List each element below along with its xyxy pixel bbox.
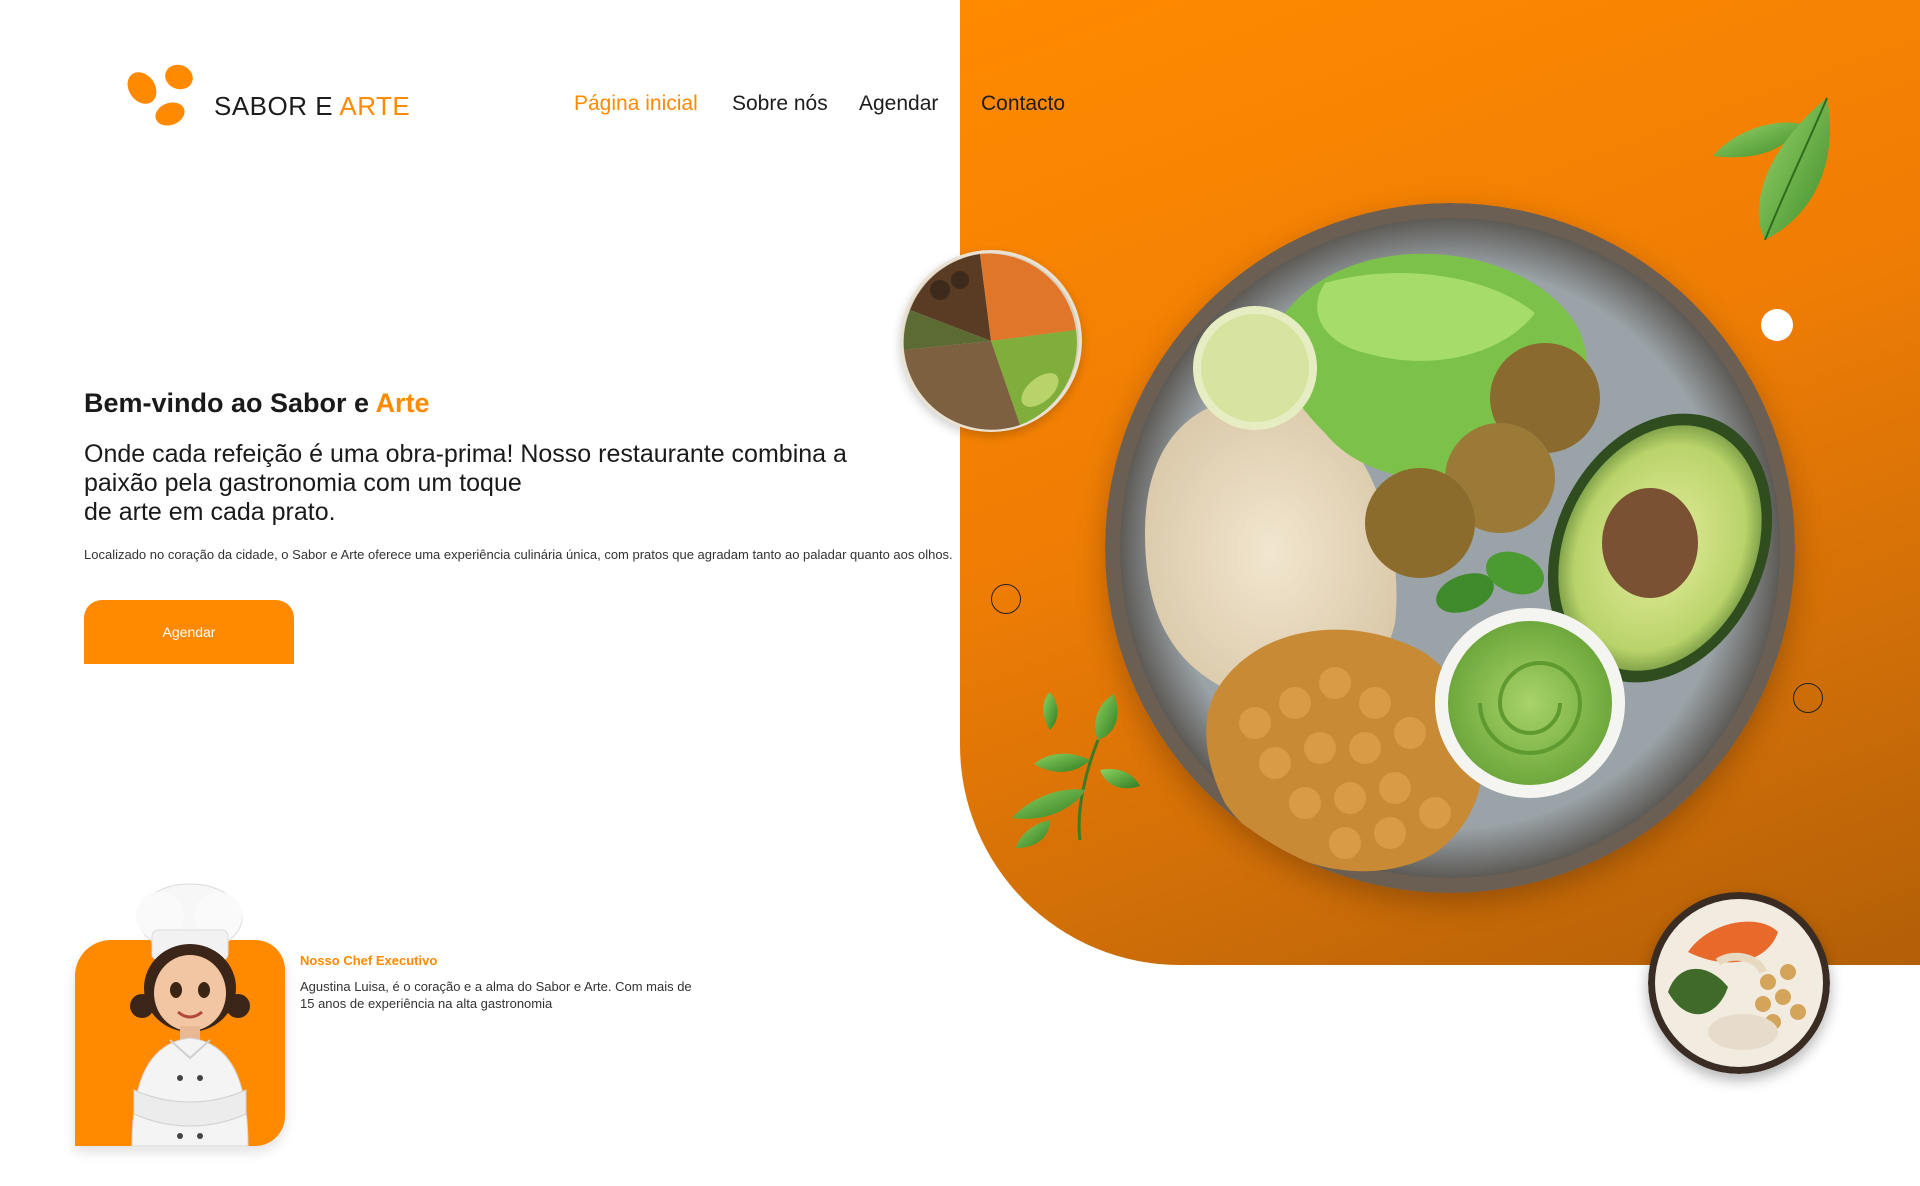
book-button[interactable]: Agendar — [84, 600, 294, 664]
headline-line2: paixão pela gastronomia com um toque — [84, 469, 522, 497]
brand-name-part1: SABOR E — [214, 91, 340, 121]
nav-booking[interactable]: Agendar — [859, 92, 938, 116]
main-dish-image — [1105, 203, 1795, 893]
welcome-part1: Bem-vindo ao Sabor e — [84, 388, 376, 418]
nav-about[interactable]: Sobre nós — [732, 92, 828, 116]
hero-description: Localizado no coração da cidade, o Sabor… — [84, 547, 953, 562]
brand-name-part2: ARTE — [339, 91, 411, 121]
side-dish-image-1 — [900, 250, 1082, 432]
logo-mark-icon — [127, 64, 193, 126]
brand-name: SABOR E ARTE — [214, 91, 410, 122]
decorative-white-dot — [1761, 309, 1793, 341]
buddha-bowl-photo-icon — [1105, 203, 1795, 893]
hero-headline: Onde cada refeição é uma obra-prima! Nos… — [84, 440, 934, 527]
headline-line3: de arte em cada prato. — [84, 498, 336, 526]
basil-leaf-icon — [1713, 97, 1830, 241]
decorative-ring — [1793, 683, 1823, 713]
brand-logo[interactable]: SABOR E ARTE — [126, 58, 426, 130]
headline-line1: Onde cada refeição é uma obra-prima! Nos… — [84, 440, 847, 468]
grain-bowl-photo-icon — [900, 250, 1082, 432]
welcome-part2: Arte — [375, 388, 430, 418]
chef-title: Nosso Chef Executivo — [300, 953, 438, 968]
nav-contact[interactable]: Contacto — [981, 92, 1065, 116]
welcome-heading: Bem-vindo ao Sabor e Arte — [84, 388, 430, 419]
chef-description: Agustina Luisa, é o coração e a alma do … — [300, 979, 692, 1011]
basil-sprig-icon — [1012, 692, 1140, 848]
chickpea-bowl-photo-icon — [1648, 892, 1830, 1074]
nav-home[interactable]: Página inicial — [574, 92, 698, 116]
chef-avatar-icon — [130, 883, 250, 1146]
side-dish-image-2 — [1648, 892, 1830, 1074]
decorative-ring — [991, 584, 1021, 614]
